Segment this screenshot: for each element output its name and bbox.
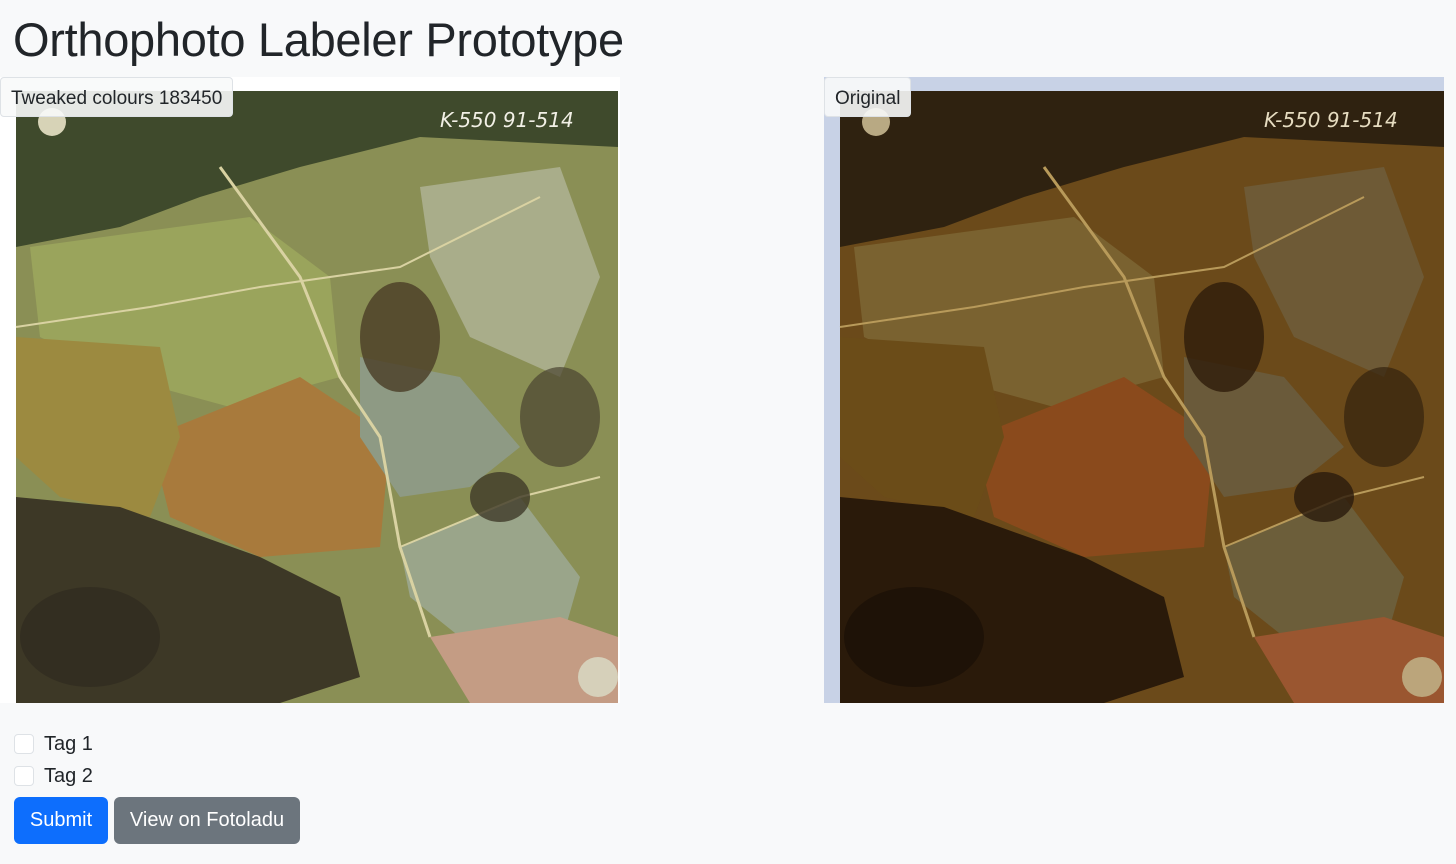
tag-2-checkbox[interactable] [14, 766, 34, 786]
original-frame-code: K-550 91-514 [1264, 108, 1398, 132]
page-title: Orthophoto Labeler Prototype [13, 13, 624, 66]
tweaked-aerial-photo: K-550 91-514 [0, 77, 620, 703]
tag-list: Tag 1 Tag 2 [14, 728, 93, 792]
tag-1-checkbox[interactable] [14, 734, 34, 754]
tag-item-1[interactable]: Tag 1 [14, 728, 93, 760]
tag-item-2[interactable]: Tag 2 [14, 760, 93, 792]
action-buttons: Submit View on Fotoladu [14, 797, 300, 844]
original-label: Original [824, 77, 912, 117]
submit-button[interactable]: Submit [14, 797, 108, 844]
tweaked-photo-panel: K-550 91-514 Tweaked colours 183450 [0, 77, 620, 703]
original-aerial-photo: K-550 91-514 [824, 77, 1444, 703]
tag-2-label: Tag 2 [44, 764, 93, 787]
original-photo-panel: K-550 91-514 Original [824, 77, 1444, 703]
view-on-fotoladu-button[interactable]: View on Fotoladu [114, 797, 300, 844]
tag-1-label: Tag 1 [44, 732, 93, 755]
tweaked-colours-label: Tweaked colours 183450 [0, 77, 234, 117]
tweaked-frame-code: K-550 91-514 [440, 108, 574, 132]
